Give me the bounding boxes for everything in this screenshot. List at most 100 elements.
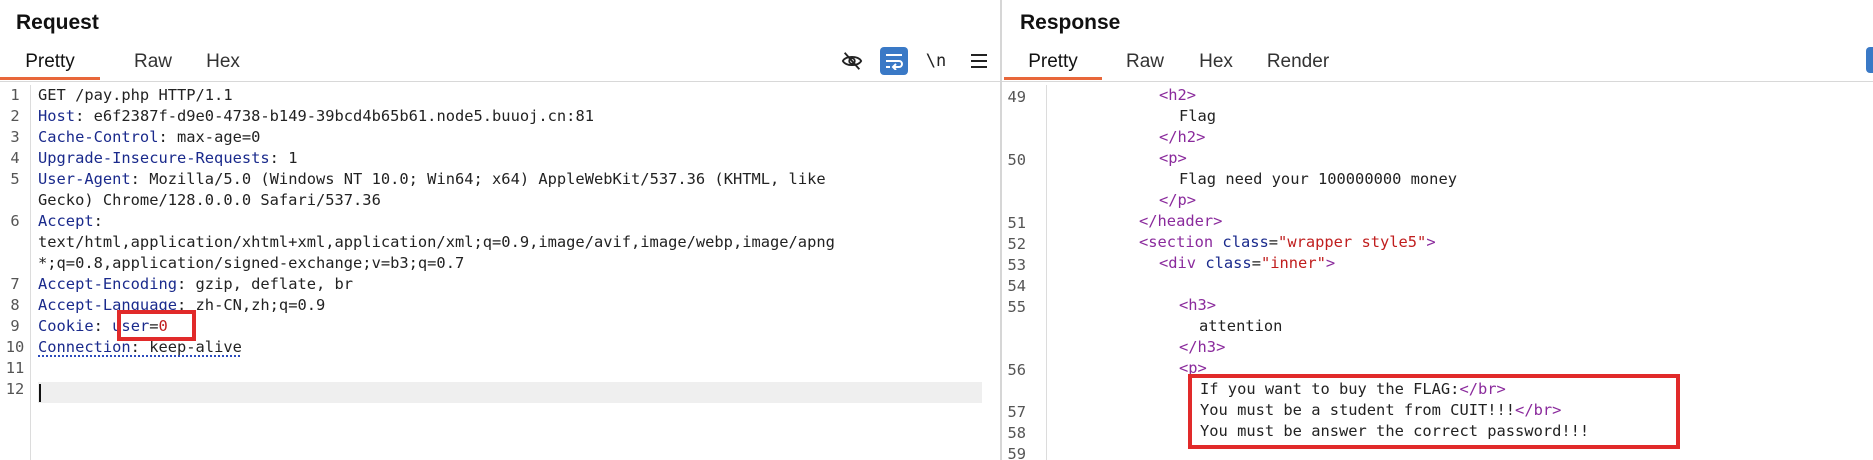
header-value: : zh-CN,zh;q=0.9: [177, 296, 326, 314]
request-title: Request: [16, 11, 99, 34]
html-string: "wrapper style5": [1278, 233, 1427, 251]
tab-hex[interactable]: Hex: [193, 46, 253, 80]
tab-raw[interactable]: Raw: [1114, 46, 1176, 80]
html-tag: </p>: [1159, 191, 1197, 209]
request-line: Host: e6f2387f-d9e0-4738-b149-39bcd4b65b…: [38, 106, 594, 127]
line-number: 1: [10, 86, 20, 104]
line-number: 4: [10, 149, 20, 167]
request-line: GET /pay.php HTTP/1.1: [38, 85, 233, 106]
header-key: Accept: [38, 212, 94, 230]
line-number: 50: [1007, 151, 1026, 169]
header-value: :: [93, 212, 103, 230]
response-line: <h3>: [1179, 295, 1216, 316]
header-value: : e6f2387f-d9e0-4738-b149-39bcd4b65b61.n…: [75, 107, 594, 125]
request-line-gutter: 1 2 3 4 5 6 7 8 9 10 11 12: [0, 85, 31, 460]
line-number: 52: [1007, 235, 1026, 253]
line-number: 55: [1007, 298, 1026, 316]
header-value: : Mozilla/5.0 (Windows NT 10.0; Win64; x…: [130, 170, 826, 188]
line-number: 12: [5, 380, 25, 398]
newline-toggle-button[interactable]: \n: [921, 47, 951, 75]
html-attr: class: [1205, 254, 1252, 272]
html-equals: =: [1268, 233, 1279, 251]
message-highlight-box: [1188, 374, 1680, 449]
html-tag: </h2>: [1159, 128, 1206, 146]
tab-render[interactable]: Render: [1256, 46, 1340, 80]
html-tag: >: [1325, 254, 1336, 272]
line-number: 7: [10, 275, 20, 293]
tab-raw[interactable]: Raw: [120, 46, 186, 80]
tab-hex[interactable]: Hex: [1186, 46, 1246, 80]
line-number: 6: [10, 212, 20, 230]
header-key: Upgrade-Insecure-Requests: [38, 149, 270, 167]
html-tag: <h3>: [1179, 296, 1217, 314]
html-tag: </h3>: [1179, 338, 1226, 356]
response-line: <section class="wrapper style5">: [1139, 232, 1436, 253]
header-value: :: [93, 317, 113, 335]
line-number: 8: [10, 296, 20, 314]
line-number: 11: [5, 359, 25, 377]
line-number: 9: [10, 317, 20, 335]
request-line: Accept-Encoding: gzip, deflate, br: [38, 274, 353, 295]
response-pane: Response Pretty Raw Hex Render 49 50 51 …: [1002, 0, 1873, 460]
html-string: "inner": [1260, 254, 1326, 272]
wrap-lines-icon[interactable]: [880, 47, 908, 75]
line-number: 2: [10, 107, 20, 125]
request-line-wrap: text/html,application/xhtml+xml,applicat…: [38, 232, 835, 253]
html-text: attention: [1199, 317, 1283, 335]
header-value: : gzip, deflate, br: [177, 275, 354, 293]
header-value: : max-age=0: [158, 128, 261, 146]
html-tag: <section: [1139, 233, 1214, 251]
response-editor[interactable]: 49 50 51 52 53 54 55 56 57 58 59 <h2> Fl…: [1002, 85, 1873, 460]
header-key: User-Agent: [38, 170, 131, 188]
response-line-gutter: 49 50 51 52 53 54 55 56 57 58 59: [1002, 85, 1047, 460]
line-number: 59: [1007, 445, 1026, 460]
tab-pretty[interactable]: Pretty: [1004, 46, 1102, 80]
line-number: 49: [1007, 88, 1026, 106]
request-tabs: Pretty Raw Hex: [0, 46, 253, 80]
line-number: 10: [5, 338, 25, 356]
request-toolbar: \n: [824, 46, 1000, 76]
response-line: </p>: [1159, 190, 1196, 211]
line-number: 3: [10, 128, 20, 146]
html-tag: <p>: [1159, 149, 1187, 167]
response-line: Flag: [1179, 106, 1216, 127]
html-tag: <h2>: [1159, 86, 1197, 104]
html-tag: <div: [1159, 254, 1197, 272]
text-caret: [39, 384, 41, 402]
tab-pretty[interactable]: Pretty: [0, 46, 100, 80]
request-line: Cache-Control: max-age=0: [38, 127, 260, 148]
line-number: 51: [1007, 214, 1026, 232]
header-key: Cookie: [38, 317, 94, 335]
header-key: Host: [38, 107, 76, 125]
cookie-highlight-box: [117, 310, 196, 341]
html-text: Flag need your 100000000 money: [1179, 170, 1457, 188]
response-line: </header>: [1139, 211, 1222, 232]
html-text: Flag: [1179, 107, 1217, 125]
header-key: Accept-Encoding: [38, 275, 177, 293]
hamburger-menu-icon[interactable]: [964, 47, 994, 75]
header-value: Gecko) Chrome/128.0.0.0 Safari/537.36: [38, 191, 381, 209]
line-number: 57: [1007, 403, 1026, 421]
header-value: *;q=0.8,application/signed-exchange;v=b3…: [38, 254, 465, 272]
html-attr: class: [1222, 233, 1269, 251]
current-line-highlight: [38, 382, 982, 403]
eye-off-icon[interactable]: [837, 47, 867, 75]
response-tab-divider: [1002, 81, 1873, 82]
html-equals: =: [1251, 254, 1261, 272]
request-editor[interactable]: 1 2 3 4 5 6 7 8 9 10 11 12 GET /pay.php …: [0, 85, 1000, 460]
line-number: 56: [1007, 361, 1026, 379]
response-line: <h2>: [1159, 85, 1196, 106]
response-line: <div class="inner">: [1159, 253, 1335, 274]
request-line: Upgrade-Insecure-Requests: 1: [38, 148, 297, 169]
html-tag: >: [1426, 233, 1436, 251]
request-line-wrap: *;q=0.8,application/signed-exchange;v=b3…: [38, 253, 464, 274]
line-number: 5: [10, 170, 20, 188]
response-line: Flag need your 100000000 money: [1179, 169, 1457, 190]
header-key: Cache-Control: [38, 128, 159, 146]
response-title: Response: [1020, 11, 1121, 34]
response-toolbar-button[interactable]: [1866, 47, 1873, 73]
response-tabs: Pretty Raw Hex Render: [1004, 46, 1340, 80]
line-number: 53: [1007, 256, 1026, 274]
header-value: : 1: [269, 149, 298, 167]
request-line: Accept:: [38, 211, 103, 232]
